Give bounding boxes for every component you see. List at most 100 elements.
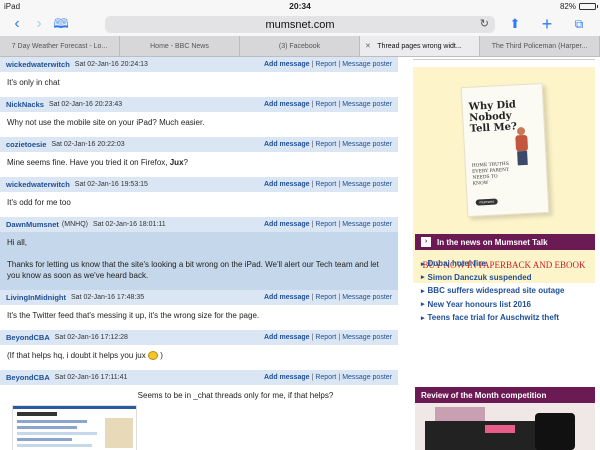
post-date: Sat 02-Jan-16 17:48:35 bbox=[71, 294, 145, 301]
grin-emoji-icon bbox=[147, 351, 158, 361]
news-item[interactable]: ▸ Simon Danczuk suspended bbox=[421, 271, 596, 285]
message-header: DawnMumsnet (MNHQ) Sat 02-Jan-16 18:01:1… bbox=[0, 217, 398, 232]
back-icon[interactable]: ‹ bbox=[6, 12, 28, 36]
screenshot-thumbnail[interactable] bbox=[12, 405, 137, 450]
post-date: Sat 02-Jan-16 20:23:43 bbox=[48, 101, 123, 108]
report-link[interactable]: Report bbox=[315, 374, 336, 381]
message-body-hq: Hi all, Thanks for letting us know that … bbox=[0, 232, 398, 290]
message-header: BeyondCBA Sat 02-Jan-16 17:12:28 Add mes… bbox=[0, 330, 398, 345]
message-poster-link[interactable]: Message poster bbox=[342, 334, 392, 341]
add-message-link[interactable]: Add message bbox=[264, 181, 310, 188]
tab-third-policeman[interactable]: The Third Policeman (Harper... bbox=[480, 36, 600, 56]
post-date: Sat 02-Jan-16 17:11:41 bbox=[54, 374, 128, 381]
message-body: Mine seems fine. Have you tried it on Fi… bbox=[7, 158, 188, 167]
mnhq-badge: (MNHQ) bbox=[61, 221, 88, 228]
bullet-icon: ▸ bbox=[421, 287, 425, 295]
add-message-link[interactable]: Add message bbox=[264, 61, 310, 68]
report-link[interactable]: Report bbox=[315, 221, 336, 228]
message-header: cozietoesie Sat 02-Jan-16 20:22:03 Add m… bbox=[0, 137, 398, 152]
post-date: Sat 02-Jan-16 20:24:13 bbox=[74, 61, 148, 68]
news-item[interactable]: ▸ BBC suffers widespread site outage bbox=[421, 284, 596, 298]
report-link[interactable]: Report bbox=[315, 181, 336, 188]
poster-name[interactable]: wickedwaterwitch bbox=[6, 60, 70, 69]
message-body: It's odd for me too bbox=[7, 198, 71, 207]
new-tab-icon[interactable]: + bbox=[536, 12, 558, 36]
bullet-icon: ▸ bbox=[421, 274, 425, 282]
report-link[interactable]: Report bbox=[315, 101, 336, 108]
poster-name[interactable]: wickedwaterwitch bbox=[6, 180, 70, 189]
address-bar[interactable]: mumsnet.com ↻ bbox=[105, 16, 495, 33]
book-advert[interactable]: Why Did Nobody Tell Me? HOME TRUTHS EVER… bbox=[413, 67, 595, 283]
bullet-icon: ▸ bbox=[421, 314, 425, 322]
share-icon[interactable]: ⬆ bbox=[504, 12, 526, 36]
battery-icon bbox=[579, 2, 598, 10]
poster-name[interactable]: NickNacks bbox=[6, 100, 44, 109]
url-text: mumsnet.com bbox=[265, 18, 335, 31]
message-header: wickedwaterwitch Sat 02-Jan-16 20:24:13 … bbox=[0, 57, 398, 72]
bullet-icon: ▸ bbox=[421, 301, 425, 309]
message-body: Why not use the mobile site on your iPad… bbox=[7, 118, 205, 127]
add-message-link[interactable]: Add message bbox=[264, 374, 310, 381]
status-bar: iPad 20:34 82% bbox=[0, 0, 600, 12]
post-date: Sat 02-Jan-16 19:53:15 bbox=[74, 181, 148, 188]
poster-name[interactable]: LivingInMidnight bbox=[6, 293, 66, 302]
add-message-link[interactable]: Add message bbox=[264, 294, 310, 301]
poster-name[interactable]: BeyondCBA bbox=[6, 373, 50, 382]
news-item[interactable]: ▸ New Year honours list 2016 bbox=[421, 298, 596, 312]
tabs-overview-icon[interactable]: ⧉ bbox=[568, 12, 590, 36]
message-body: It's the Twitter feed that's messing it … bbox=[7, 311, 260, 320]
news-section-header: › In the news on Mumsnet Talk bbox=[415, 234, 595, 250]
forward-icon[interactable]: › bbox=[28, 12, 50, 36]
add-message-link[interactable]: Add message bbox=[264, 334, 310, 341]
message-poster-link[interactable]: Message poster bbox=[342, 221, 392, 228]
book-figure-illustration bbox=[512, 126, 532, 168]
message-body: Seems to be in _chat threads only for me… bbox=[137, 391, 334, 400]
news-item[interactable]: ▸ Teens face trial for Auschwitz theft bbox=[421, 311, 596, 325]
message-poster-link[interactable]: Message poster bbox=[342, 181, 392, 188]
review-section-header: Review of the Month competition bbox=[415, 387, 595, 403]
tab-thread-active[interactable]: ✕ Thread pages wrong widt... bbox=[360, 36, 480, 56]
book-subtitle: HOME TRUTHS EVERY PARENT NEEDS TO KNOW bbox=[471, 161, 510, 187]
report-link[interactable]: Report bbox=[315, 294, 336, 301]
message-header: NickNacks Sat 02-Jan-16 20:23:43 Add mes… bbox=[0, 97, 398, 112]
report-link[interactable]: Report bbox=[315, 334, 336, 341]
message-poster-link[interactable]: Message poster bbox=[342, 101, 392, 108]
message-header: LivingInMidnight Sat 02-Jan-16 17:48:35 … bbox=[0, 290, 398, 305]
poster-name[interactable]: BeyondCBA bbox=[6, 333, 50, 342]
post-date: Sat 02-Jan-16 20:22:03 bbox=[51, 141, 125, 148]
tab-weather[interactable]: 7 Day Weather Forecast - Lo... bbox=[0, 36, 120, 56]
clock: 20:34 bbox=[289, 1, 311, 11]
poster-name[interactable]: cozietoesie bbox=[6, 140, 46, 149]
review-product-image[interactable] bbox=[415, 403, 595, 450]
bookmarks-icon[interactable]: 🕮 bbox=[50, 12, 72, 36]
tab-bbc-news[interactable]: Home - BBC News bbox=[120, 36, 240, 56]
add-message-link[interactable]: Add message bbox=[264, 141, 310, 148]
sidebar: Why Did Nobody Tell Me? HOME TRUTHS EVER… bbox=[413, 57, 600, 450]
post-date: Sat 02-Jan-16 18:01:11 bbox=[92, 221, 166, 228]
message-header: wickedwaterwitch Sat 02-Jan-16 19:53:15 … bbox=[0, 177, 398, 192]
message-header: BeyondCBA Sat 02-Jan-16 17:11:41 Add mes… bbox=[0, 370, 398, 385]
reload-icon[interactable]: ↻ bbox=[480, 17, 489, 30]
add-message-link[interactable]: Add message bbox=[264, 101, 310, 108]
book-cover: Why Did Nobody Tell Me? HOME TRUTHS EVER… bbox=[460, 82, 550, 218]
poster-name[interactable]: DawnMumsnet bbox=[6, 220, 59, 229]
news-item[interactable]: ▸ Dubai hotel fire bbox=[421, 257, 596, 271]
news-list: ▸ Dubai hotel fire ▸ Simon Danczuk suspend… bbox=[421, 257, 596, 325]
add-message-link[interactable]: Add message bbox=[264, 221, 310, 228]
browser-toolbar: ‹ › 🕮 mumsnet.com ↻ ⬆ + ⧉ bbox=[0, 12, 600, 36]
book-brand: mumsnet bbox=[475, 198, 498, 206]
report-link[interactable]: Report bbox=[315, 61, 336, 68]
message-body: (If that helps hq, i doubt it helps you … bbox=[7, 351, 163, 361]
chevron-right-icon: › bbox=[421, 237, 431, 247]
tab-strip: 7 Day Weather Forecast - Lo... Home - BB… bbox=[0, 36, 600, 57]
page-content: wickedwaterwitch Sat 02-Jan-16 20:24:13 … bbox=[0, 57, 600, 450]
message-poster-link[interactable]: Message poster bbox=[342, 294, 392, 301]
message-poster-link[interactable]: Message poster bbox=[342, 141, 392, 148]
report-link[interactable]: Report bbox=[315, 141, 336, 148]
tab-facebook[interactable]: (3) Facebook bbox=[240, 36, 360, 56]
thread: wickedwaterwitch Sat 02-Jan-16 20:24:13 … bbox=[0, 57, 398, 450]
message-poster-link[interactable]: Message poster bbox=[342, 61, 392, 68]
bullet-icon: ▸ bbox=[421, 260, 425, 268]
close-tab-icon[interactable]: ✕ bbox=[365, 42, 371, 50]
message-poster-link[interactable]: Message poster bbox=[342, 374, 392, 381]
